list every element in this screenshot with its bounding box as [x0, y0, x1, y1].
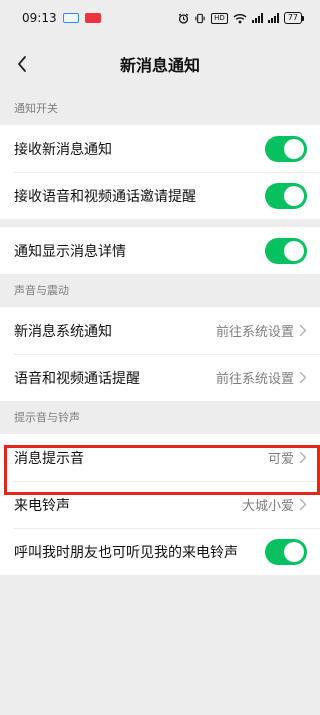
section-header: 提示音与铃声 — [14, 411, 80, 424]
section-header: 声音与震动 — [14, 284, 69, 297]
setting-label: 新消息系统通知 — [14, 323, 112, 340]
toggle-knob — [284, 541, 304, 562]
chevron-left-icon — [18, 56, 26, 72]
section-header: 通知开关 — [14, 102, 58, 115]
setting-row-highlighted[interactable]: 来电铃声 大城小爱 — [0, 481, 320, 528]
settings-group: 消息提示音 可爱来电铃声 大城小爱呼叫我时朋友也可听见我的来电铃声 — [0, 434, 320, 575]
status-bar: 09:13 HD 77 — [0, 0, 320, 36]
setting-value: 大城小爱 — [241, 499, 294, 514]
setting-value: 前往系统设置 — [215, 372, 294, 387]
setting-value-wrap: 可爱 — [268, 448, 307, 467]
toggle-switch[interactable] — [265, 135, 307, 162]
setting-value-wrap: 前往系统设置 — [216, 368, 307, 387]
vibrate-icon — [195, 13, 205, 23]
setting-value: 前往系统设置 — [215, 325, 294, 340]
chevron-right-icon — [299, 498, 307, 511]
wifi-icon — [233, 13, 247, 23]
title-bar: 新消息通知 — [0, 36, 320, 92]
group-gap — [0, 219, 320, 227]
back-button[interactable] — [6, 48, 38, 80]
setting-row-toggle[interactable]: 接收新消息通知 — [0, 125, 320, 172]
toggle-switch[interactable] — [265, 182, 307, 209]
toggle-switch[interactable] — [265, 237, 307, 264]
setting-value: 可爱 — [267, 452, 294, 467]
battery-icon: 77 — [283, 12, 305, 24]
signal-icon — [251, 13, 263, 23]
chevron-right-icon — [299, 451, 307, 464]
setting-row-toggle[interactable]: 通知显示消息详情 — [0, 227, 320, 274]
setting-label: 接收新消息通知 — [14, 141, 112, 158]
toggle-switch[interactable] — [265, 538, 307, 565]
toggle-knob — [284, 240, 304, 261]
alarm-icon — [178, 12, 189, 24]
settings-list: 通知开关接收新消息通知接收语音和视频通话邀请提醒 通知显示消息详情声音与震动新消息… — [0, 92, 320, 575]
setting-row-toggle[interactable]: 呼叫我时朋友也可听见我的来电铃声 — [0, 528, 320, 575]
setting-label: 接收语音和视频通话邀请提醒 — [14, 188, 196, 205]
settings-group: 通知显示消息详情 — [0, 227, 320, 274]
setting-label: 消息提示音 — [14, 450, 84, 467]
chevron-right-icon — [299, 324, 307, 337]
app-notification-icon — [84, 13, 101, 23]
setting-row-toggle[interactable]: 接收语音和视频通话邀请提醒 — [0, 172, 320, 219]
setting-value-wrap: 前往系统设置 — [216, 321, 307, 340]
setting-label: 来电铃声 — [14, 497, 70, 514]
setting-label: 通知显示消息详情 — [14, 243, 126, 260]
nfc-icon: HD — [211, 12, 228, 24]
setting-row-link[interactable]: 新消息系统通知 前往系统设置 — [0, 307, 320, 354]
chevron-right-icon — [299, 371, 307, 384]
setting-row-link[interactable]: 语音和视频通话提醒 前往系统设置 — [0, 354, 320, 401]
setting-label: 语音和视频通话提醒 — [14, 370, 140, 387]
toggle-knob — [284, 185, 304, 206]
app-notification-icon — [62, 13, 79, 23]
setting-label: 呼叫我时朋友也可听见我的来电铃声 — [14, 544, 238, 561]
settings-group: 接收新消息通知接收语音和视频通话邀请提醒 — [0, 125, 320, 219]
setting-row-link[interactable]: 消息提示音 可爱 — [0, 434, 320, 481]
settings-group: 新消息系统通知 前往系统设置 语音和视频通话提醒 前往系统设置 — [0, 307, 320, 401]
page-title: 新消息通知 — [119, 56, 200, 75]
setting-value-wrap: 大城小爱 — [242, 495, 307, 514]
signal-icon — [267, 13, 279, 23]
toggle-knob — [284, 138, 304, 159]
status-time: 09:13 — [22, 11, 57, 25]
